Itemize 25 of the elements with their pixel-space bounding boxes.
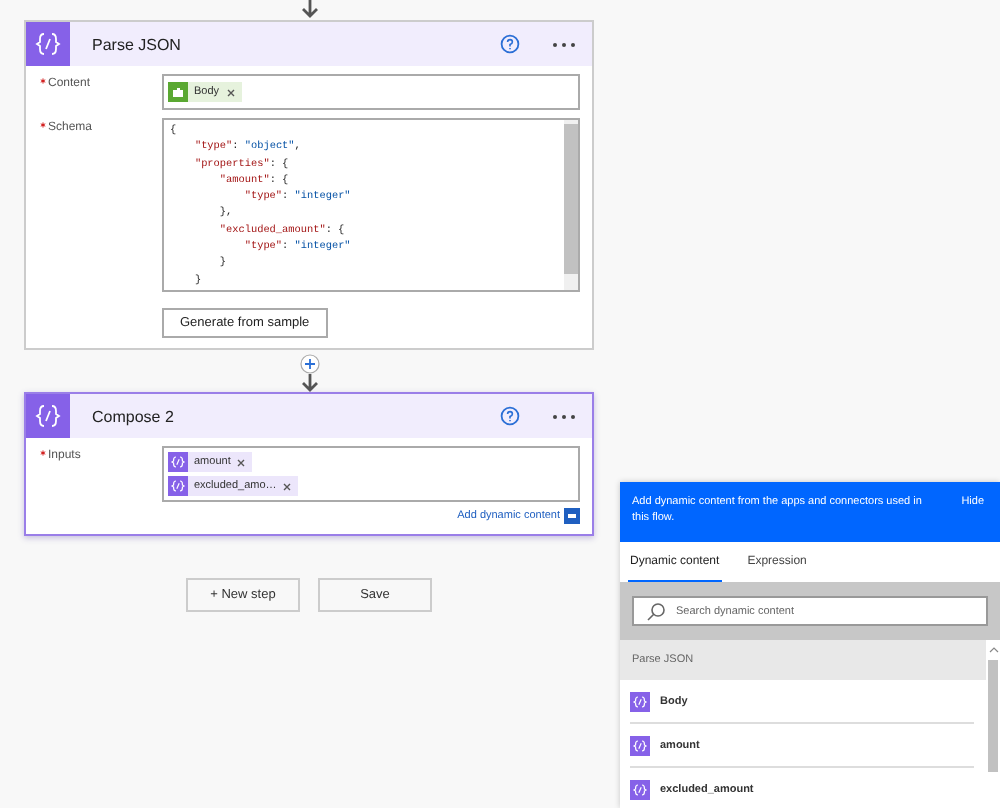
more-icon [552, 41, 576, 47]
card-title: Parse JSON [92, 35, 183, 53]
more-button[interactable] [552, 37, 576, 51]
remove-icon [282, 481, 293, 491]
add-step-button[interactable] [299, 354, 319, 374]
remove-icon [225, 87, 236, 97]
more-button[interactable] [552, 409, 576, 423]
plus-icon [299, 354, 319, 374]
down-arrow-icon [299, 374, 319, 392]
more-icon [552, 413, 576, 419]
card-title: Compose 2 [92, 407, 176, 425]
remove-icon [236, 457, 247, 467]
braces-icon [168, 476, 188, 496]
help-icon [500, 406, 520, 426]
braces-icon [630, 691, 650, 711]
braces-icon [630, 735, 650, 755]
braces-icon [168, 452, 188, 472]
help-icon [500, 34, 520, 54]
braces-icon [630, 779, 650, 799]
scrollbar[interactable] [564, 120, 578, 290]
connector-icon [168, 82, 188, 102]
search-icon [646, 601, 666, 621]
scroll-up-icon [987, 644, 999, 656]
down-arrow-icon [299, 0, 319, 18]
panel-icon [564, 508, 580, 524]
